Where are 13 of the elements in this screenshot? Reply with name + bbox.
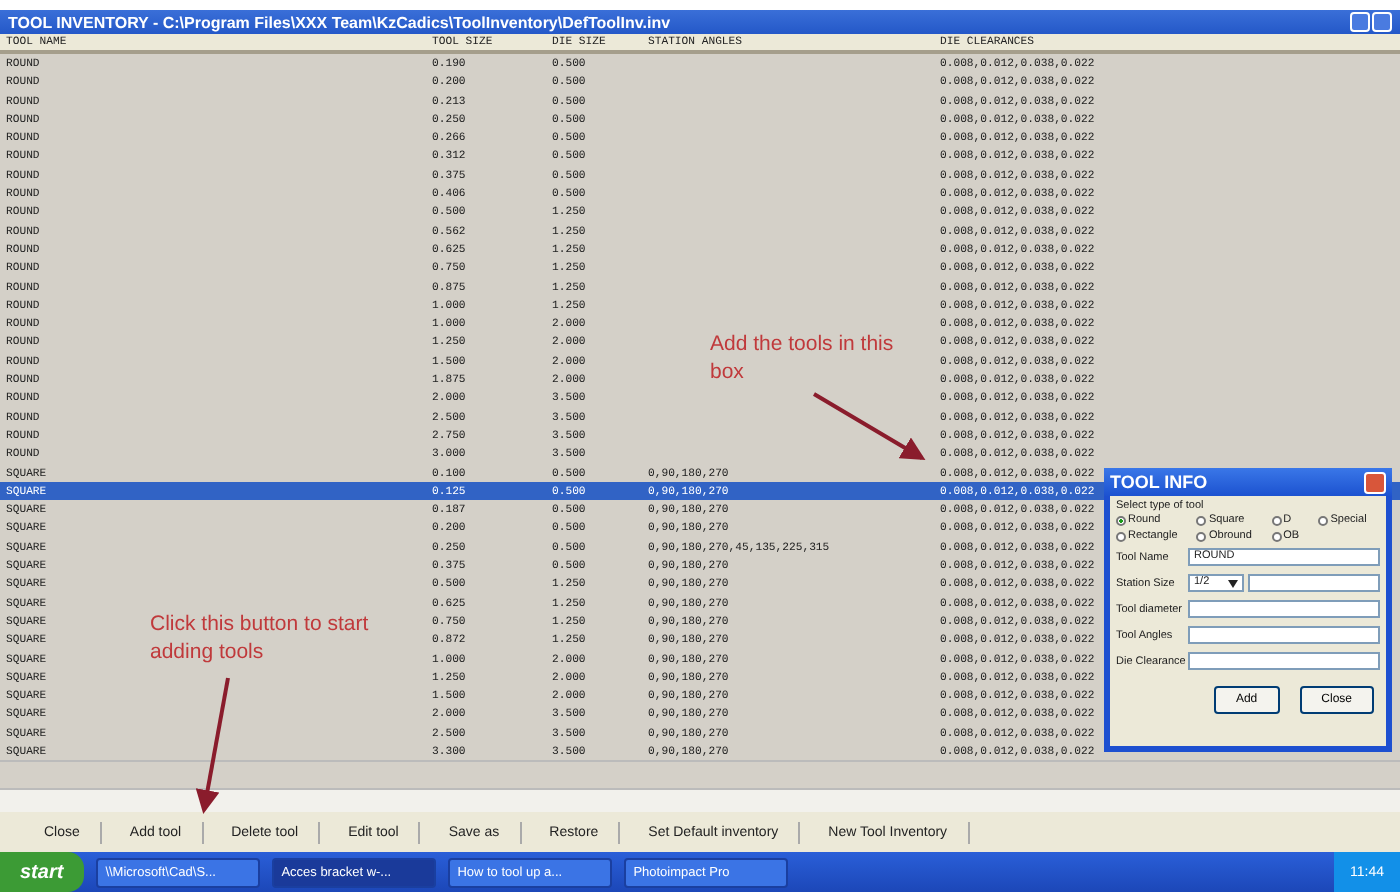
window-title: TOOL INVENTORY - C:\Program Files\XXX Team\KzCadics\ToolInventory\DefToolInv.inv [8,13,671,31]
start-button[interactable]: start [0,852,84,892]
input-field[interactable] [1248,574,1380,592]
annotation-text: Click this button to start adding tools [150,610,371,666]
dialog-title: TOOL INFO [1110,472,1208,492]
annotation-text: Add the tools in this box [710,330,896,386]
input-field[interactable] [1188,600,1380,618]
input-field[interactable] [1188,652,1380,670]
close-button[interactable] [1364,471,1386,493]
maximize-button[interactable] [1372,12,1392,32]
caret-icon [1228,579,1238,587]
input-field[interactable] [1188,626,1380,644]
minimize-button[interactable] [1350,12,1370,32]
